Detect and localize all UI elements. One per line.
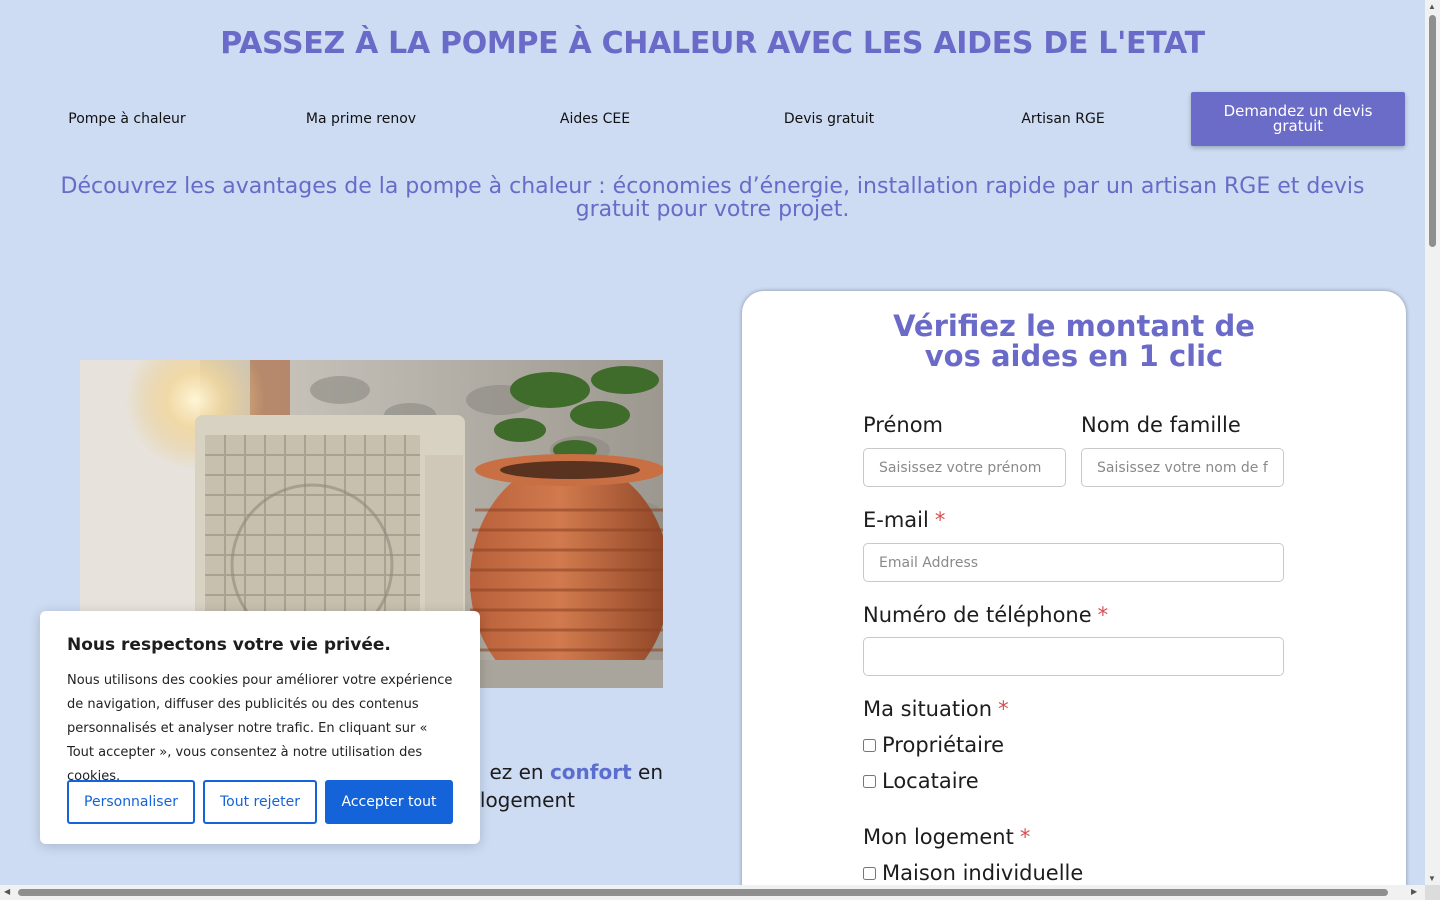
scroll-down-arrow-icon[interactable]: ▼ (1428, 874, 1436, 883)
required-marker: * (998, 697, 1009, 721)
scroll-left-arrow-icon[interactable]: ◀ (4, 887, 10, 896)
required-marker: * (1019, 825, 1031, 849)
horizontal-scroll-thumb[interactable] (18, 889, 1388, 896)
aid-check-form: Vérifiez le montant de vos aides en 1 cl… (742, 291, 1406, 885)
first-name-input[interactable] (863, 448, 1066, 487)
main-nav: Pompe à chaleur Ma prime renov Aides CEE… (10, 92, 1405, 146)
hero-text-part: ez en (489, 760, 550, 784)
housing-option-house[interactable]: Maison individuelle (863, 861, 1083, 885)
intro-text: Découvrez les avantages de la pompe à ch… (60, 174, 1365, 222)
nav-item-pompe-a-chaleur[interactable]: Pompe à chaleur (10, 92, 244, 146)
request-quote-button[interactable]: Demandez un devis gratuit (1191, 92, 1405, 146)
form-title: Vérifiez le montant de vos aides en 1 cl… (893, 309, 1255, 373)
house-label: Maison individuelle (882, 861, 1084, 885)
phone-label: Numéro de téléphone * (863, 603, 1108, 627)
situation-option-owner[interactable]: Propriétaire (863, 733, 1004, 757)
first-name-label: Prénom (863, 413, 944, 437)
customize-button[interactable]: Personnaliser (67, 780, 195, 824)
accept-all-button[interactable]: Accepter tout (325, 780, 453, 824)
scrollbar-corner (1425, 885, 1440, 900)
hero-text-part: en (631, 760, 663, 784)
scroll-right-arrow-icon[interactable]: ▶ (1411, 887, 1417, 896)
cookie-body: Nous utilisons des cookies pour améliore… (67, 673, 453, 784)
required-marker: * (934, 508, 946, 532)
cookie-buttons: Personnaliser Tout rejeter Accepter tout (67, 780, 453, 824)
owner-label: Propriétaire (882, 733, 1005, 757)
required-marker: * (1097, 603, 1109, 627)
phone-input[interactable] (863, 637, 1284, 676)
site-title: PASSEZ À LA POMPE À CHALEUR AVEC LES AID… (220, 26, 1205, 61)
scroll-up-arrow-icon[interactable]: ▲ (1428, 2, 1436, 11)
tenant-checkbox[interactable] (863, 774, 876, 788)
cookie-title: Nous respectons votre vie privée. (67, 635, 391, 655)
reject-all-button[interactable]: Tout rejeter (203, 780, 317, 824)
last-name-label: Nom de famille (1081, 413, 1241, 437)
nav-item-ma-prime-renov[interactable]: Ma prime renov (244, 92, 478, 146)
housing-label-text: Mon logement (863, 825, 1014, 849)
vertical-scroll-thumb[interactable] (1429, 15, 1436, 247)
situation-label: Ma situation * (863, 697, 1009, 721)
cookie-banner: Nous respectons votre vie privée. Nous u… (40, 611, 480, 844)
last-name-input[interactable] (1081, 448, 1284, 487)
vertical-scrollbar[interactable]: ▲ ▼ (1425, 0, 1440, 885)
email-label: E-mail * (863, 508, 945, 532)
hero-text-line2: logement (479, 788, 575, 812)
email-input[interactable] (863, 543, 1284, 582)
nav-item-artisan-rge[interactable]: Artisan RGE (946, 92, 1180, 146)
situation-label-text: Ma situation (863, 697, 993, 721)
owner-checkbox[interactable] (863, 738, 876, 752)
house-checkbox[interactable] (863, 866, 876, 880)
horizontal-scrollbar[interactable]: ◀ ▶ (0, 885, 1425, 900)
housing-label: Mon logement * (863, 825, 1030, 849)
email-label-text: E-mail (863, 508, 929, 532)
hero-text-accent: confort (549, 760, 632, 784)
situation-option-tenant[interactable]: Locataire (863, 769, 979, 793)
nav-item-devis-gratuit[interactable]: Devis gratuit (712, 92, 946, 146)
nav-item-aides-cee[interactable]: Aides CEE (478, 92, 712, 146)
tenant-label: Locataire (882, 769, 979, 793)
phone-label-text: Numéro de téléphone (863, 603, 1092, 627)
page: PASSEZ À LA POMPE À CHALEUR AVEC LES AID… (0, 0, 1425, 885)
